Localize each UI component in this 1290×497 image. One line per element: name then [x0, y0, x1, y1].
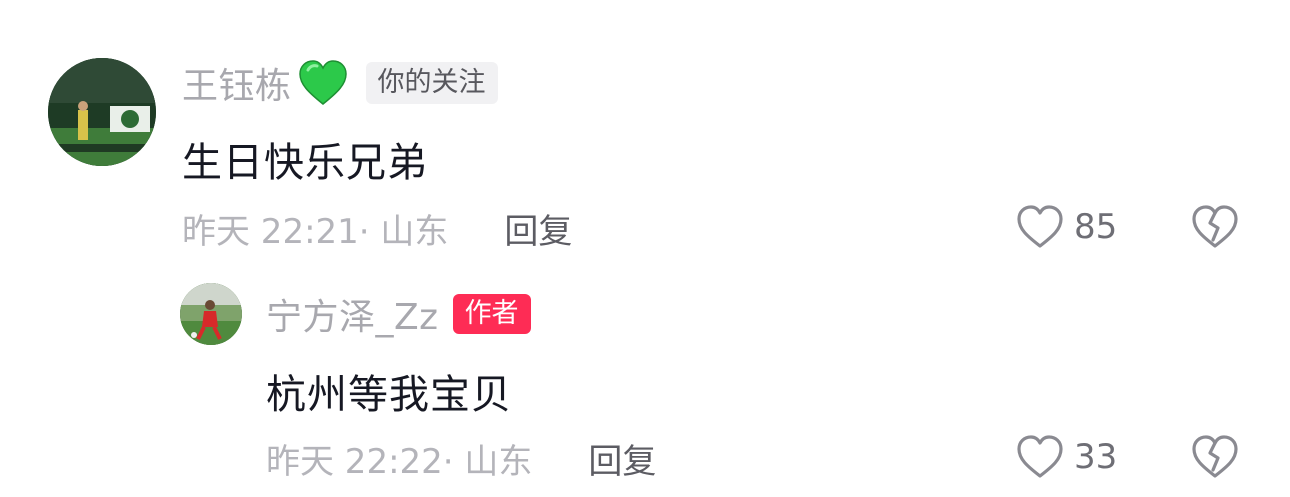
reply-button[interactable]: 回复	[588, 434, 656, 483]
reply-button[interactable]: 回复	[504, 204, 572, 253]
avatar[interactable]	[48, 58, 156, 166]
green-heart-icon	[298, 60, 348, 106]
timestamp-location: 昨天 22:22· 山东	[266, 441, 533, 482]
author-badge: 作者	[452, 294, 531, 334]
like-count: 33	[1074, 437, 1118, 477]
comment-list: 王钰栋 你的关注 生日快乐兄弟 昨天 22:21· 山东 回复 85 宁方泽_Z…	[0, 0, 1290, 497]
comment-header: 宁方泽_Zz 作者	[266, 289, 531, 339]
broken-heart-icon[interactable]	[1190, 434, 1240, 480]
comment-meta: 昨天 22:21· 山东 回复	[182, 204, 572, 252]
username[interactable]: 宁方泽_Zz	[266, 288, 439, 340]
like-button[interactable]: 33	[1016, 434, 1117, 480]
avatar[interactable]	[180, 283, 242, 345]
comment-text: 生日快乐兄弟	[182, 140, 428, 186]
avatar-image	[180, 283, 242, 345]
broken-heart-icon[interactable]	[1190, 204, 1240, 250]
heart-outline-icon	[1016, 434, 1064, 480]
like-count: 85	[1074, 207, 1118, 247]
heart-outline-icon	[1016, 204, 1064, 250]
comment-text: 杭州等我宝贝	[266, 372, 512, 418]
following-badge: 你的关注	[365, 62, 498, 104]
username[interactable]: 王钰栋	[182, 57, 292, 109]
comment-meta: 昨天 22:22· 山东 回复	[266, 434, 656, 482]
timestamp-location: 昨天 22:21· 山东	[182, 211, 449, 252]
comment-header: 王钰栋 你的关注	[182, 58, 498, 108]
avatar-image	[48, 58, 156, 166]
like-button[interactable]: 85	[1016, 204, 1117, 250]
